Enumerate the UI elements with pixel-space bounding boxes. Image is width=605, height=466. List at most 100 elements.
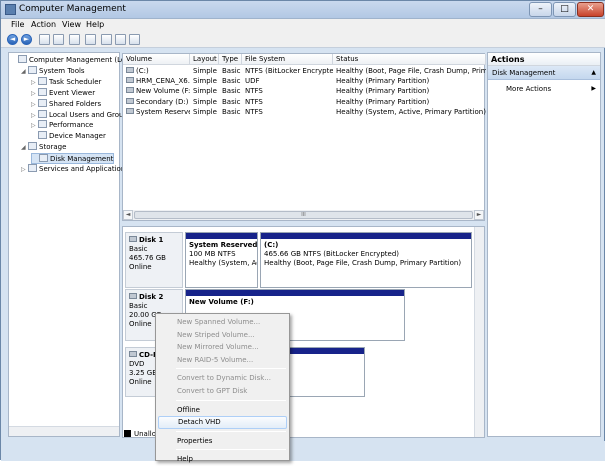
context-menu-item[interactable]: Properties [158,435,287,448]
table-cell[interactable]: Simple [190,86,219,96]
table-cell[interactable]: Healthy (Boot, Page File, Crash Dump, Pr… [333,66,486,76]
table-cell[interactable]: Basic [219,66,242,76]
partition-block[interactable]: (C:) 465.66 GB NTFS (BitLocker Encrypted)… [260,232,472,288]
close-button[interactable]: ✕ [577,2,604,17]
table-cell[interactable]: Healthy (Primary Partition) [333,76,486,86]
tree-item[interactable]: ▷ Services and Applications [21,164,129,175]
tree-item[interactable]: ▷ Event Viewer [31,87,95,99]
menu-view[interactable]: View [62,20,81,29]
table-cell[interactable]: Simple [190,76,219,86]
volume-name-cell[interactable]: HRM_CENA_X6... [123,76,190,86]
menu-separator [176,399,286,401]
tree-item[interactable]: ▷ Local Users and Groups [31,109,132,121]
partition-detail: 465.66 GB NTFS (BitLocker Encrypted) [264,250,399,258]
disk-label-1[interactable]: Disk 1 Basic 465.76 GB Online [125,232,183,288]
volume-name-cell[interactable]: New Volume (F:) [123,86,190,96]
more-actions-item[interactable]: More Actions ▶ [506,84,596,94]
tree-item[interactable]: ▷ Performance [31,120,93,131]
disk-view-vertical-scrollbar[interactable] [474,227,484,437]
table-cell[interactable]: NTFS [242,86,333,96]
table-cell[interactable]: Simple [190,66,219,76]
tree-item-label: System Tools [39,66,85,75]
column-header[interactable]: Volume [123,54,190,65]
context-menu-item: Convert to GPT Disk [177,387,248,395]
table-cell[interactable]: NTFS [242,107,333,117]
properties-icon[interactable] [69,34,80,45]
navigation-tree: Computer Management (Local ◢ System Tools ▷… [8,52,135,437]
computer-icon [18,55,27,63]
minimize-button[interactable]: – [529,2,552,17]
expand-arrow-icon[interactable]: ▷ [31,110,38,121]
scroll-right-icon[interactable]: ► [474,210,484,220]
show-hide-tree-icon[interactable] [53,34,64,45]
scroll-thumb[interactable]: III [134,211,473,219]
up-folder-icon[interactable] [39,34,50,45]
cell-text: NTFS [245,87,263,96]
table-cell[interactable]: Basic [219,86,242,96]
maximize-button[interactable]: □ [553,2,576,17]
expand-arrow-icon[interactable]: ◢ [21,142,28,153]
settings-icon[interactable] [115,34,126,45]
tree-item[interactable]: ▷ Task Scheduler [31,76,101,88]
partition-name: (C:) [264,241,279,249]
table-cell[interactable]: Simple [190,97,219,107]
table-cell[interactable]: UDF [242,76,333,86]
expand-arrow-icon[interactable]: ▷ [31,88,38,99]
disk-icon [39,154,48,163]
table-cell[interactable]: Basic [219,107,242,117]
title-bar[interactable]: Computer Management – □ ✕ [1,1,605,19]
tree-item[interactable]: ▷ Shared Folders [31,98,101,110]
forward-icon[interactable]: ► [21,34,32,45]
partition-block[interactable]: System Reserved 100 MB NTFS Healthy (Syste… [185,232,258,288]
context-menu-item: New Striped Volume... [177,330,255,339]
volume-name-cell[interactable]: Secondary (D:) [123,97,190,107]
volume-list-horizontal-scrollbar[interactable]: ◄ III ► [123,210,484,220]
collapse-icon[interactable]: ▲ [591,66,596,80]
table-cell[interactable]: Healthy (System, Active, Primary Partiti… [333,107,486,117]
menu-separator [176,368,286,370]
back-icon[interactable]: ◄ [7,34,18,45]
expand-arrow-icon[interactable]: ◢ [21,66,28,77]
cell-text: UDF [245,77,260,86]
table-cell[interactable]: Healthy (Primary Partition) [333,97,486,107]
tree-item[interactable]: ◢ System Tools [21,65,85,77]
volume-name-cell[interactable]: (C:) [123,66,190,76]
tree-item[interactable]: Device Manager [31,131,106,142]
export-list-icon[interactable] [101,34,112,45]
menu-file[interactable]: File [11,20,24,29]
cell-text: (C:) [136,67,149,75]
column-header[interactable]: File System [242,54,333,65]
table-cell[interactable]: NTFS [242,97,333,107]
table-cell[interactable]: Basic [219,76,242,86]
partition-detail: 100 MB NTFS [189,250,236,258]
expand-arrow-icon[interactable]: ▷ [31,120,38,131]
scroll-left-icon[interactable]: ◄ [123,210,133,220]
tree-horizontal-scrollbar[interactable] [9,426,119,436]
partition-header-bar [186,233,257,239]
rescan-icon[interactable] [129,34,140,45]
table-cell[interactable]: Simple [190,107,219,117]
column-header[interactable]: Type [219,54,242,65]
column-header[interactable]: Layout [190,54,219,65]
table-cell[interactable]: Basic [219,97,242,107]
column-header[interactable]: Status [333,54,486,65]
context-menu-item[interactable]: Detach VHD [158,416,287,430]
help-icon[interactable] [85,34,96,45]
tree-item[interactable]: Disk Management [31,153,115,165]
table-cell[interactable]: NTFS (BitLocker Encrypted) [242,66,333,76]
menu-help[interactable]: Help [86,20,104,29]
context-menu-item[interactable]: Offline [158,404,287,417]
expand-arrow-icon[interactable]: ▷ [21,164,28,175]
tree-item[interactable]: Computer Management (Local [11,55,135,66]
menu-action[interactable]: Action [31,20,56,29]
volume-name-cell[interactable]: System Reserved [123,107,190,117]
actions-section-disk-management[interactable]: Disk Management ▲ [488,66,600,80]
expand-arrow-icon[interactable]: ▷ [31,99,38,110]
table-cell[interactable]: Healthy (Primary Partition) [333,86,486,96]
cell-text: Simple [193,97,217,106]
cell-text: New Volume (F:) [136,87,190,96]
tree-item[interactable]: ◢ Storage [21,142,66,153]
expand-arrow-icon[interactable]: ▷ [31,77,38,88]
cell-text: Healthy (Boot, Page File, Crash Dump, Pr… [336,67,486,75]
cell-text: Basic [222,87,241,96]
